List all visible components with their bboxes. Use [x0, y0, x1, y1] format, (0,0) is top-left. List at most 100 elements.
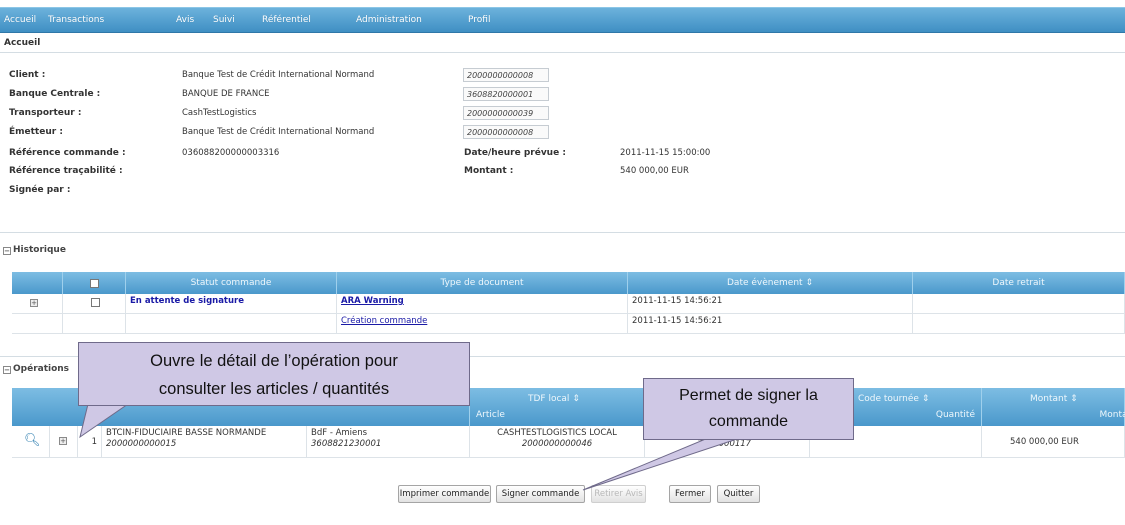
date-prevue-value: 2011-11-15 15:00:00 [620, 148, 711, 158]
historique-title: Historique [13, 245, 66, 255]
table-row-cell: 2011-11-15 14:56:21 [628, 314, 913, 334]
sign-callout-line1: Permet de signer la [679, 387, 818, 404]
transporteur-label: Transporteur : [9, 108, 82, 118]
table-row-cell: 2011-11-15 14:56:21 [628, 294, 913, 314]
row-checkbox[interactable] [91, 298, 100, 307]
montant-header-label: Montant [1030, 394, 1068, 404]
emetteur-label: Émetteur : [9, 127, 63, 137]
operations-col-montant-header[interactable]: Montant ⇕ Montai [982, 388, 1125, 426]
table-row-cell [63, 314, 126, 334]
bdf-code: 3608821230001 [311, 439, 382, 449]
operation-name: BTCIN-FIDUCIAIRE BASSE NORMANDE [106, 428, 267, 438]
signee-par-label: Signée par : [9, 185, 71, 195]
table-row-cell [913, 294, 1125, 314]
breadcrumb: Accueil [4, 38, 41, 48]
collapse-minus-icon[interactable]: − [3, 247, 11, 255]
table-row-cell: 540 000,00 EUR [982, 426, 1125, 458]
tdf-code: 2000000000046 [521, 439, 593, 449]
banque-centrale-code-field: 3608820000001 [463, 87, 549, 101]
historique-col-check-header [63, 272, 126, 294]
table-row-cell [913, 314, 1125, 334]
table-row-cell: 🔍︎ [12, 426, 50, 458]
collapse-minus-icon[interactable]: − [3, 366, 11, 374]
historique-divider [0, 232, 1125, 233]
reference-commande-value: 036088200000003316 [182, 148, 280, 158]
quitter-button[interactable]: Quitter [717, 485, 760, 503]
table-row-cell: 1 [78, 426, 102, 458]
document-link[interactable]: Création commande [341, 316, 427, 326]
operations-section-header[interactable]: − Opérations [3, 364, 69, 374]
imprimer-commande-button[interactable]: Imprimer commande [398, 485, 491, 503]
detail-callout: Ouvre le détail de l’opération pour cons… [78, 342, 470, 406]
table-row-cell: + [50, 426, 78, 458]
emetteur-code-field: 2000000000008 [463, 125, 549, 139]
historique-section-header[interactable]: − Historique [3, 245, 66, 255]
menu-accueil[interactable]: Accueil [4, 15, 36, 25]
montant-label: Montant : [464, 166, 514, 176]
expand-plus-icon[interactable]: + [59, 437, 67, 445]
table-row-cell: + [12, 294, 63, 314]
quantite-header-label: Quantité [935, 410, 975, 420]
date-prevue-label: Date/heure prévue : [464, 148, 566, 158]
operations-col-tdf-header[interactable]: TDF local ⇕ Article [470, 388, 645, 426]
article-header-label: Article [476, 410, 505, 420]
table-row-cell: Création commande [337, 314, 628, 334]
menu-suivi[interactable]: Suivi [213, 15, 235, 25]
tdf-header-label: TDF local [528, 394, 570, 404]
operations-title: Opérations [13, 364, 70, 374]
top-menu-bar: Accueil Transactions Avis Suivi Référent… [0, 7, 1125, 33]
menu-referentiel[interactable]: Référentiel [262, 15, 311, 25]
menu-transactions[interactable]: Transactions [48, 15, 104, 25]
historique-col-retrait-header[interactable]: Date retrait [913, 272, 1125, 294]
historique-col-statut-header[interactable]: Statut commande [126, 272, 337, 294]
transporteur-code-field: 2000000000039 [463, 106, 549, 120]
code-tournee-header-label: Code tournée [858, 394, 919, 404]
tournee-code: 7001000117 [697, 439, 752, 449]
historique-col-date-header[interactable]: Date évènement ⇕ [628, 272, 913, 294]
sort-icon[interactable]: ⇕ [1070, 394, 1078, 404]
historique-col-expand-header [12, 272, 63, 294]
signer-commande-button[interactable]: Signer commande [496, 485, 585, 503]
sort-icon[interactable]: ⇕ [572, 394, 580, 404]
table-row-cell: ARA Warning [337, 294, 628, 314]
retirer-avis-button[interactable]: Retirer Avis [591, 485, 646, 503]
breadcrumb-divider [0, 52, 1125, 53]
date-evenement-header-label: Date évènement [727, 278, 803, 288]
menu-administration[interactable]: Administration [356, 15, 422, 25]
emetteur-value: Banque Test de Crédit International Norm… [182, 127, 375, 137]
detail-callout-line1: Ouvre le détail de l’opération pour [150, 352, 398, 370]
banque-centrale-label: Banque Centrale : [9, 89, 101, 99]
table-row-cell [126, 314, 337, 334]
historique-col-type-header[interactable]: Type de document [337, 272, 628, 294]
table-row-cell: CASHTESTLOGISTICS LOCAL 2000000000046 [470, 426, 645, 458]
sort-icon[interactable]: ⇕ [922, 394, 930, 404]
document-link[interactable]: ARA Warning [341, 296, 404, 306]
sign-callout-line2: commande [708, 413, 789, 430]
client-value: Banque Test de Crédit International Norm… [182, 70, 375, 80]
transporteur-value: CashTestLogistics [182, 108, 257, 118]
sort-icon[interactable]: ⇕ [805, 278, 813, 288]
status-value: En attente de signature [130, 296, 245, 306]
sign-callout: Permet de signer la commande [643, 378, 854, 440]
bdf-name: BdF - Amiens [311, 428, 368, 438]
fermer-button[interactable]: Fermer [669, 485, 711, 503]
table-row-cell: BTCIN-FIDUCIAIRE BASSE NORMANDE 20000000… [102, 426, 307, 458]
detail-callout-line2: consulter les articles / quantités [158, 380, 390, 398]
table-row-cell: BdF - Amiens 3608821230001 [307, 426, 470, 458]
client-label: Client : [9, 70, 46, 80]
operation-name-code: 2000000000015 [106, 439, 177, 449]
magnifier-icon[interactable]: 🔍︎ [24, 434, 41, 447]
reference-commande-label: Référence commande : [9, 148, 126, 158]
table-row-cell: En attente de signature [126, 294, 337, 314]
expand-plus-icon[interactable]: + [30, 299, 38, 307]
table-row-cell [12, 314, 63, 334]
montant-value: 540 000,00 EUR [620, 166, 689, 176]
banque-centrale-value: BANQUE DE FRANCE [182, 89, 270, 99]
reference-tracabilite-label: Référence traçabilité : [9, 166, 123, 176]
tdf-name: CASHTESTLOGISTICS LOCAL [497, 428, 617, 438]
menu-avis[interactable]: Avis [176, 15, 194, 25]
table-row-cell [63, 294, 126, 314]
select-all-checkbox[interactable] [89, 278, 99, 288]
menu-profil[interactable]: Profil [468, 15, 490, 25]
montant-header-label-2: Montai [1099, 410, 1125, 420]
